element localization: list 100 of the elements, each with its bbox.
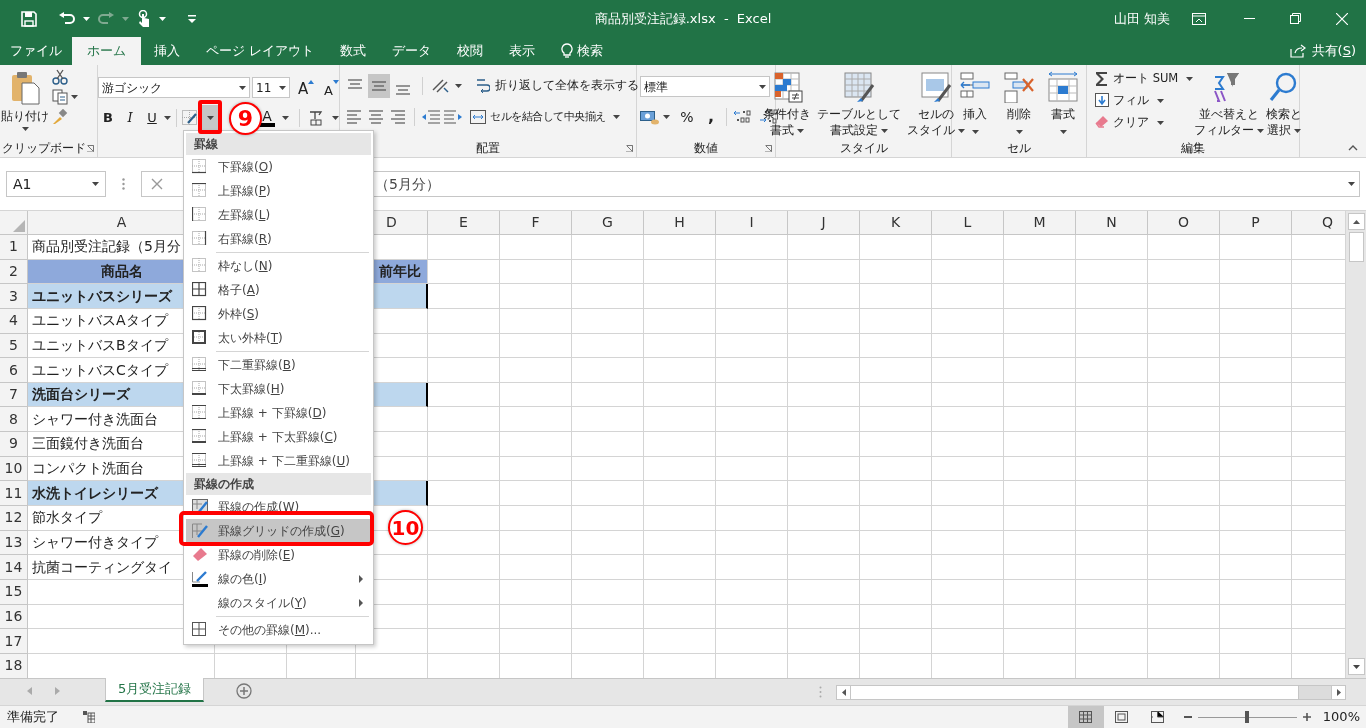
column-header[interactable]: F [500, 211, 572, 235]
collapse-ribbon-icon[interactable] [1348, 145, 1358, 151]
caret-icon[interactable] [332, 116, 339, 120]
scroll-right-button[interactable] [1331, 686, 1345, 699]
menu-item[interactable]: 格子(A) [186, 278, 371, 302]
row-header[interactable]: 9 [0, 432, 28, 457]
caret-icon[interactable] [83, 16, 90, 21]
ribbon-button[interactable]: クリア [1095, 112, 1194, 134]
column-header[interactable]: K [860, 211, 932, 235]
zoom-slider[interactable] [1197, 711, 1297, 723]
ribbon-button[interactable]: 検索と 選択 [1265, 65, 1304, 138]
ribbon-button[interactable]: 並べ替えと フィルター [1193, 65, 1266, 138]
text-orientation-icon[interactable] [431, 78, 449, 94]
close-icon[interactable] [1336, 12, 1348, 25]
font-size-field[interactable]: 11 [252, 77, 290, 98]
menu-item[interactable]: 下二重罫線(B) [186, 353, 371, 377]
comma-style-button[interactable]: , [702, 106, 720, 128]
ribbon-tab[interactable]: 表示 [496, 37, 549, 65]
row-header[interactable]: 16 [0, 604, 28, 630]
ribbon-tab[interactable]: 挿入 [141, 37, 193, 65]
row-header[interactable]: 7 [0, 382, 28, 408]
row-header[interactable]: 3 [0, 284, 28, 309]
decrease-indent-icon[interactable] [421, 109, 441, 125]
align-right-icon[interactable] [388, 108, 408, 126]
percent-button[interactable]: % [678, 106, 696, 128]
dialog-launcher-icon[interactable] [626, 145, 633, 152]
ribbon-button[interactable]: オート SUM [1095, 68, 1194, 90]
menu-item[interactable]: 線の色(I) [186, 567, 371, 591]
menu-item[interactable]: 線のスタイル(Y) [186, 591, 371, 615]
tell-me-search[interactable]: 検索 [548, 37, 617, 65]
undo-icon[interactable] [59, 11, 75, 26]
wrap-text-button[interactable]: 折り返して全体を表示する [476, 74, 639, 98]
column-header[interactable]: L [932, 211, 1004, 235]
row-header[interactable]: 1 [0, 235, 28, 260]
caret-icon[interactable] [279, 85, 286, 90]
font-name-field[interactable]: 游ゴシック [98, 77, 250, 98]
caret-icon[interactable] [239, 85, 246, 90]
add-sheet-icon[interactable] [236, 683, 253, 699]
scissors-icon[interactable] [52, 69, 68, 85]
row-header[interactable]: 5 [0, 333, 28, 359]
copy-icon[interactable] [52, 89, 68, 105]
scroll-thumb[interactable] [1348, 232, 1364, 262]
menu-item[interactable]: 上罫線 + 下太罫線(C) [186, 425, 371, 449]
split-handle-icon[interactable] [819, 686, 822, 698]
scroll-down-button[interactable] [1347, 658, 1365, 675]
menu-item[interactable]: 上罫線 + 下罫線(D) [186, 401, 371, 425]
row-header[interactable]: 14 [0, 555, 28, 580]
zoom-level[interactable]: 100% [1322, 707, 1360, 727]
column-header[interactable]: Q [1292, 211, 1345, 235]
ribbon-tab[interactable]: ファイル [0, 37, 72, 65]
caret-icon[interactable] [663, 115, 670, 119]
share-button[interactable]: 共有(S) [1289, 37, 1366, 65]
grow-font-button[interactable]: A [298, 77, 320, 98]
font-color-button[interactable]: A [259, 109, 275, 127]
column-header[interactable]: M [1004, 211, 1076, 235]
align-left-icon[interactable] [344, 108, 364, 126]
scroll-up-button[interactable] [1347, 213, 1365, 230]
border-icon[interactable] [182, 110, 198, 126]
caret-icon[interactable] [159, 16, 166, 21]
row-header[interactable]: 15 [0, 579, 28, 605]
ribbon-tab[interactable]: 数式 [327, 37, 380, 65]
dialog-launcher-icon[interactable] [765, 145, 772, 152]
caret-icon[interactable] [21, 127, 29, 131]
column-header[interactable]: J [788, 211, 860, 235]
name-box[interactable]: A1 [6, 171, 106, 197]
column-header[interactable]: D [374, 211, 428, 235]
shrink-font-button[interactable]: A [324, 77, 346, 98]
restore-icon[interactable] [1290, 13, 1301, 24]
caret-icon[interactable] [92, 182, 99, 186]
column-header[interactable]: E [428, 211, 500, 235]
row-header[interactable]: 18 [0, 653, 28, 678]
column-header[interactable]: P [1220, 211, 1292, 235]
caret-icon[interactable] [759, 84, 766, 89]
row-header[interactable]: 11 [0, 481, 28, 507]
scroll-left-button[interactable] [837, 686, 851, 699]
menu-item[interactable]: 外枠(S) [186, 302, 371, 326]
menu-item[interactable]: 太い外枠(T) [186, 326, 371, 350]
menu-item[interactable]: 罫線グリッドの作成(G) [186, 519, 371, 543]
scroll-thumb[interactable] [851, 686, 1299, 699]
menu-item[interactable]: 下太罫線(H) [186, 377, 371, 401]
save-icon[interactable] [21, 10, 37, 27]
currency-icon[interactable] [640, 109, 660, 125]
phonetic-guide-icon[interactable] [308, 110, 324, 126]
row-header[interactable]: 12 [0, 506, 28, 531]
ribbon-button[interactable]: 挿入 [958, 65, 992, 138]
bold-button[interactable]: B [98, 107, 118, 129]
column-header[interactable]: N [1076, 211, 1148, 235]
touch-mode-icon[interactable] [137, 9, 151, 28]
ribbon-tab[interactable]: ホーム [72, 37, 141, 65]
dialog-launcher-icon[interactable] [87, 145, 94, 152]
caret-icon[interactable] [282, 116, 289, 120]
menu-item[interactable]: 右罫線(R) [186, 227, 371, 251]
ribbon-button[interactable]: 削除 [1002, 65, 1036, 138]
italic-button[interactable]: I [120, 107, 140, 129]
row-header[interactable]: 4 [0, 308, 28, 334]
column-header[interactable]: O [1148, 211, 1220, 235]
menu-item[interactable]: 左罫線(L) [186, 203, 371, 227]
zoom-in-icon[interactable] [1302, 713, 1311, 721]
underline-button[interactable]: U [142, 107, 162, 129]
macro-record-icon[interactable] [83, 711, 95, 723]
